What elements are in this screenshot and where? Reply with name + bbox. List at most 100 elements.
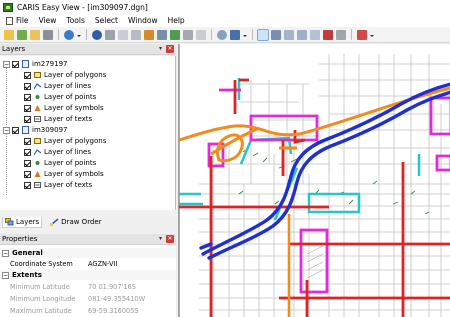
zoom-out-icon[interactable] — [131, 29, 141, 40]
document-icon — [6, 16, 13, 25]
street-grid — [199, 54, 450, 317]
layer-visibility-checkbox[interactable] — [24, 71, 31, 79]
layer-visibility-checkbox[interactable] — [24, 137, 31, 145]
cyan-polygons — [179, 78, 421, 221]
layer-item[interactable]: Layer of texts — [24, 180, 92, 190]
layer-item[interactable]: Layer of texts — [24, 114, 92, 124]
view-icon[interactable] — [217, 29, 227, 40]
layers-tab-icon — [5, 217, 14, 226]
zoom-next-icon[interactable] — [196, 29, 206, 40]
menu-window[interactable]: Window — [124, 16, 164, 25]
layer-item[interactable]: Layer of polygons — [24, 70, 106, 80]
tab-draw-order[interactable]: Draw Order — [48, 217, 103, 227]
zoom-extents-icon[interactable] — [170, 29, 180, 40]
collapse-icon[interactable]: − — [2, 249, 9, 257]
map-drawing[interactable] — [179, 44, 450, 317]
file-icon — [22, 60, 29, 68]
zoom-in-icon[interactable] — [118, 29, 128, 40]
select-area-icon[interactable] — [271, 29, 281, 40]
layer-item[interactable]: Layer of points — [24, 92, 96, 102]
toolbar-separator — [86, 29, 87, 40]
close-icon[interactable]: ✕ — [166, 235, 174, 243]
zoom-previous-icon[interactable] — [183, 29, 193, 40]
toolbar-separator — [58, 29, 59, 40]
layer-item[interactable]: Layer of symbols — [24, 103, 104, 113]
layer-dropdown-icon[interactable] — [243, 30, 247, 40]
text-layer-icon — [34, 115, 41, 123]
layer-visibility-checkbox[interactable] — [12, 60, 19, 68]
green-features — [238, 147, 430, 215]
toolbar-separator — [211, 29, 212, 40]
draw-dropdown-icon[interactable] — [370, 30, 374, 40]
symbol-layer-icon — [34, 104, 41, 112]
map-canvas[interactable] — [178, 44, 450, 317]
point-layer-icon — [34, 93, 41, 101]
collapse-icon[interactable]: − — [3, 126, 10, 134]
layer-group-im279197[interactable]: − im279197 — [3, 59, 68, 69]
line-layer-icon — [33, 148, 42, 156]
select-point-icon[interactable] — [310, 29, 320, 40]
section-extents[interactable]: − Extents — [0, 270, 176, 280]
pin-icon[interactable]: ▾ — [157, 45, 164, 52]
layer-item[interactable]: Layer of points — [24, 158, 96, 168]
refresh-icon[interactable] — [105, 29, 115, 40]
pan-icon[interactable] — [144, 29, 154, 40]
menu-tools[interactable]: Tools — [62, 16, 90, 25]
globe-icon[interactable] — [92, 29, 102, 40]
properties-grid: − General Coordinate System AGZN-VII − E… — [0, 245, 176, 317]
folder-icon[interactable] — [30, 29, 40, 40]
zoom-window-icon[interactable] — [157, 29, 167, 40]
layer-item[interactable]: Layer of lines — [24, 147, 91, 157]
measure-icon[interactable] — [323, 29, 333, 40]
layer-item[interactable]: Layer of lines — [24, 81, 91, 91]
polygon-layer-icon — [34, 137, 41, 145]
title-bar: CARIS Easy View - [im309097.dgn] — [0, 0, 450, 14]
symbol-layer-icon — [34, 170, 41, 178]
print-icon[interactable] — [43, 29, 53, 40]
layer-icon[interactable] — [230, 29, 240, 40]
section-general[interactable]: − General — [0, 248, 176, 258]
select-arrow-icon[interactable] — [257, 28, 269, 41]
property-row[interactable]: Maximum Latitude 69-59.316005S — [0, 306, 176, 316]
layer-group-im309097[interactable]: − im309097 — [3, 125, 68, 135]
collapse-icon[interactable]: − — [3, 60, 10, 68]
menu-bar: File View Tools Select Window Help — [0, 14, 450, 27]
layer-visibility-checkbox[interactable] — [24, 104, 31, 112]
magenta-polygons — [207, 88, 450, 294]
help-icon[interactable] — [64, 29, 74, 40]
select-polygon-icon[interactable] — [284, 29, 294, 40]
polygon-layer-icon — [34, 71, 41, 79]
orange-road — [179, 86, 450, 317]
close-icon[interactable]: ✕ — [166, 45, 174, 53]
layer-item[interactable]: Layer of polygons — [24, 136, 106, 146]
layer-visibility-checkbox[interactable] — [12, 126, 19, 134]
layer-visibility-checkbox[interactable] — [24, 170, 31, 178]
property-row[interactable]: Minimum Longitude 081-49.355410W — [0, 294, 176, 304]
open-map-icon[interactable] — [17, 29, 27, 40]
property-row[interactable]: Minimum Latitude 70 01.907'16S — [0, 282, 176, 292]
draw-line-icon[interactable] — [357, 29, 367, 40]
tab-layers[interactable]: Layers — [2, 216, 43, 228]
layer-visibility-checkbox[interactable] — [24, 93, 31, 101]
menu-file[interactable]: File — [2, 16, 35, 25]
help-dropdown-icon[interactable] — [77, 30, 81, 40]
layer-visibility-checkbox[interactable] — [24, 82, 31, 90]
toolbar-separator — [351, 29, 352, 40]
layer-visibility-checkbox[interactable] — [24, 148, 31, 156]
menu-select[interactable]: Select — [91, 16, 124, 25]
layer-item[interactable]: Layer of symbols — [24, 169, 104, 179]
collapse-icon[interactable]: − — [2, 271, 9, 279]
info-icon[interactable] — [336, 29, 346, 40]
select-line-icon[interactable] — [297, 29, 307, 40]
menu-help[interactable]: Help — [164, 16, 191, 25]
layers-panel-header: Layers ▾ ✕ — [0, 44, 176, 55]
layers-tree: − im279197 Layer of polygons Layer of li… — [0, 56, 176, 210]
menu-view[interactable]: View — [35, 16, 63, 25]
property-row[interactable]: Coordinate System AGZN-VII — [0, 259, 176, 269]
open-icon[interactable] — [4, 29, 14, 40]
layer-visibility-checkbox[interactable] — [24, 115, 31, 123]
layer-visibility-checkbox[interactable] — [24, 181, 31, 189]
layer-visibility-checkbox[interactable] — [24, 159, 31, 167]
pin-icon[interactable]: ▾ — [157, 235, 164, 242]
app-icon — [3, 2, 13, 12]
